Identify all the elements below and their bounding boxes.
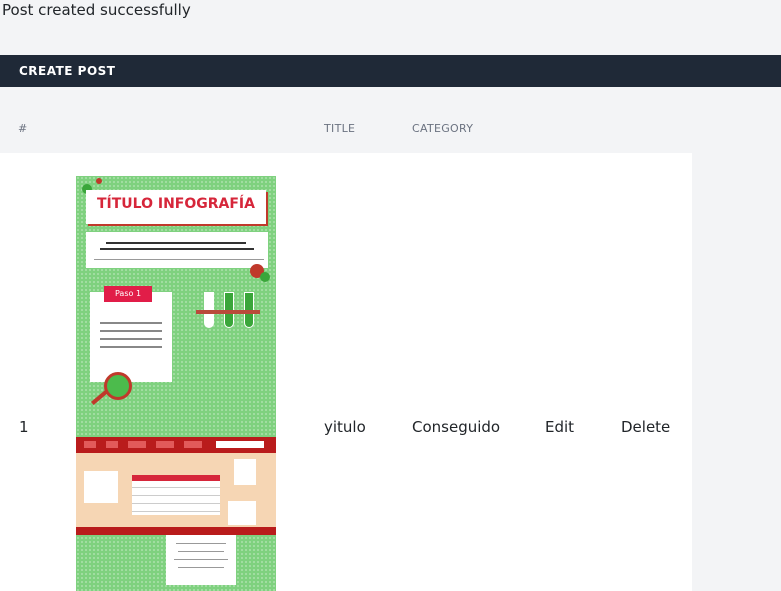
thumbnail-step-label: Paso 1 — [104, 286, 152, 302]
column-header-category: CATEGORY — [412, 122, 474, 135]
column-header-title: TITLE — [324, 122, 356, 135]
post-thumbnail: TÍTULO INFOGRAFÍA Paso 1 — [76, 176, 276, 591]
row-title: yitulo — [324, 418, 366, 436]
posts-page: Post created successfully CREATE POST # … — [0, 0, 781, 591]
thumbnail-title-card: TÍTULO INFOGRAFÍA — [86, 190, 266, 224]
magnifier-icon — [104, 372, 132, 400]
thumbnail-data-table — [132, 475, 220, 515]
thumbnail-table-section — [76, 453, 276, 527]
row-category: Conseguido — [412, 418, 501, 436]
thumbnail-nav-band — [76, 437, 276, 453]
molecule-node-icon — [96, 178, 102, 184]
create-post-button[interactable]: CREATE POST — [19, 64, 115, 78]
thumbnail-step-card: Paso 1 — [90, 286, 172, 382]
thumbnail-heading: TÍTULO INFOGRAFÍA — [97, 196, 255, 212]
thumbnail-bottom-card — [166, 535, 236, 585]
column-header-number: # — [18, 122, 28, 135]
test-tubes-icon — [196, 292, 260, 332]
delete-link[interactable]: Delete — [621, 418, 670, 436]
thumbnail-intro-card — [86, 232, 268, 268]
edit-link[interactable]: Edit — [545, 418, 574, 436]
atom-node-icon — [260, 272, 270, 282]
flash-message: Post created successfully — [2, 1, 191, 19]
row-number: 1 — [19, 418, 29, 436]
thumbnail-footer-band — [76, 527, 276, 535]
create-post-bar: CREATE POST — [0, 55, 781, 87]
